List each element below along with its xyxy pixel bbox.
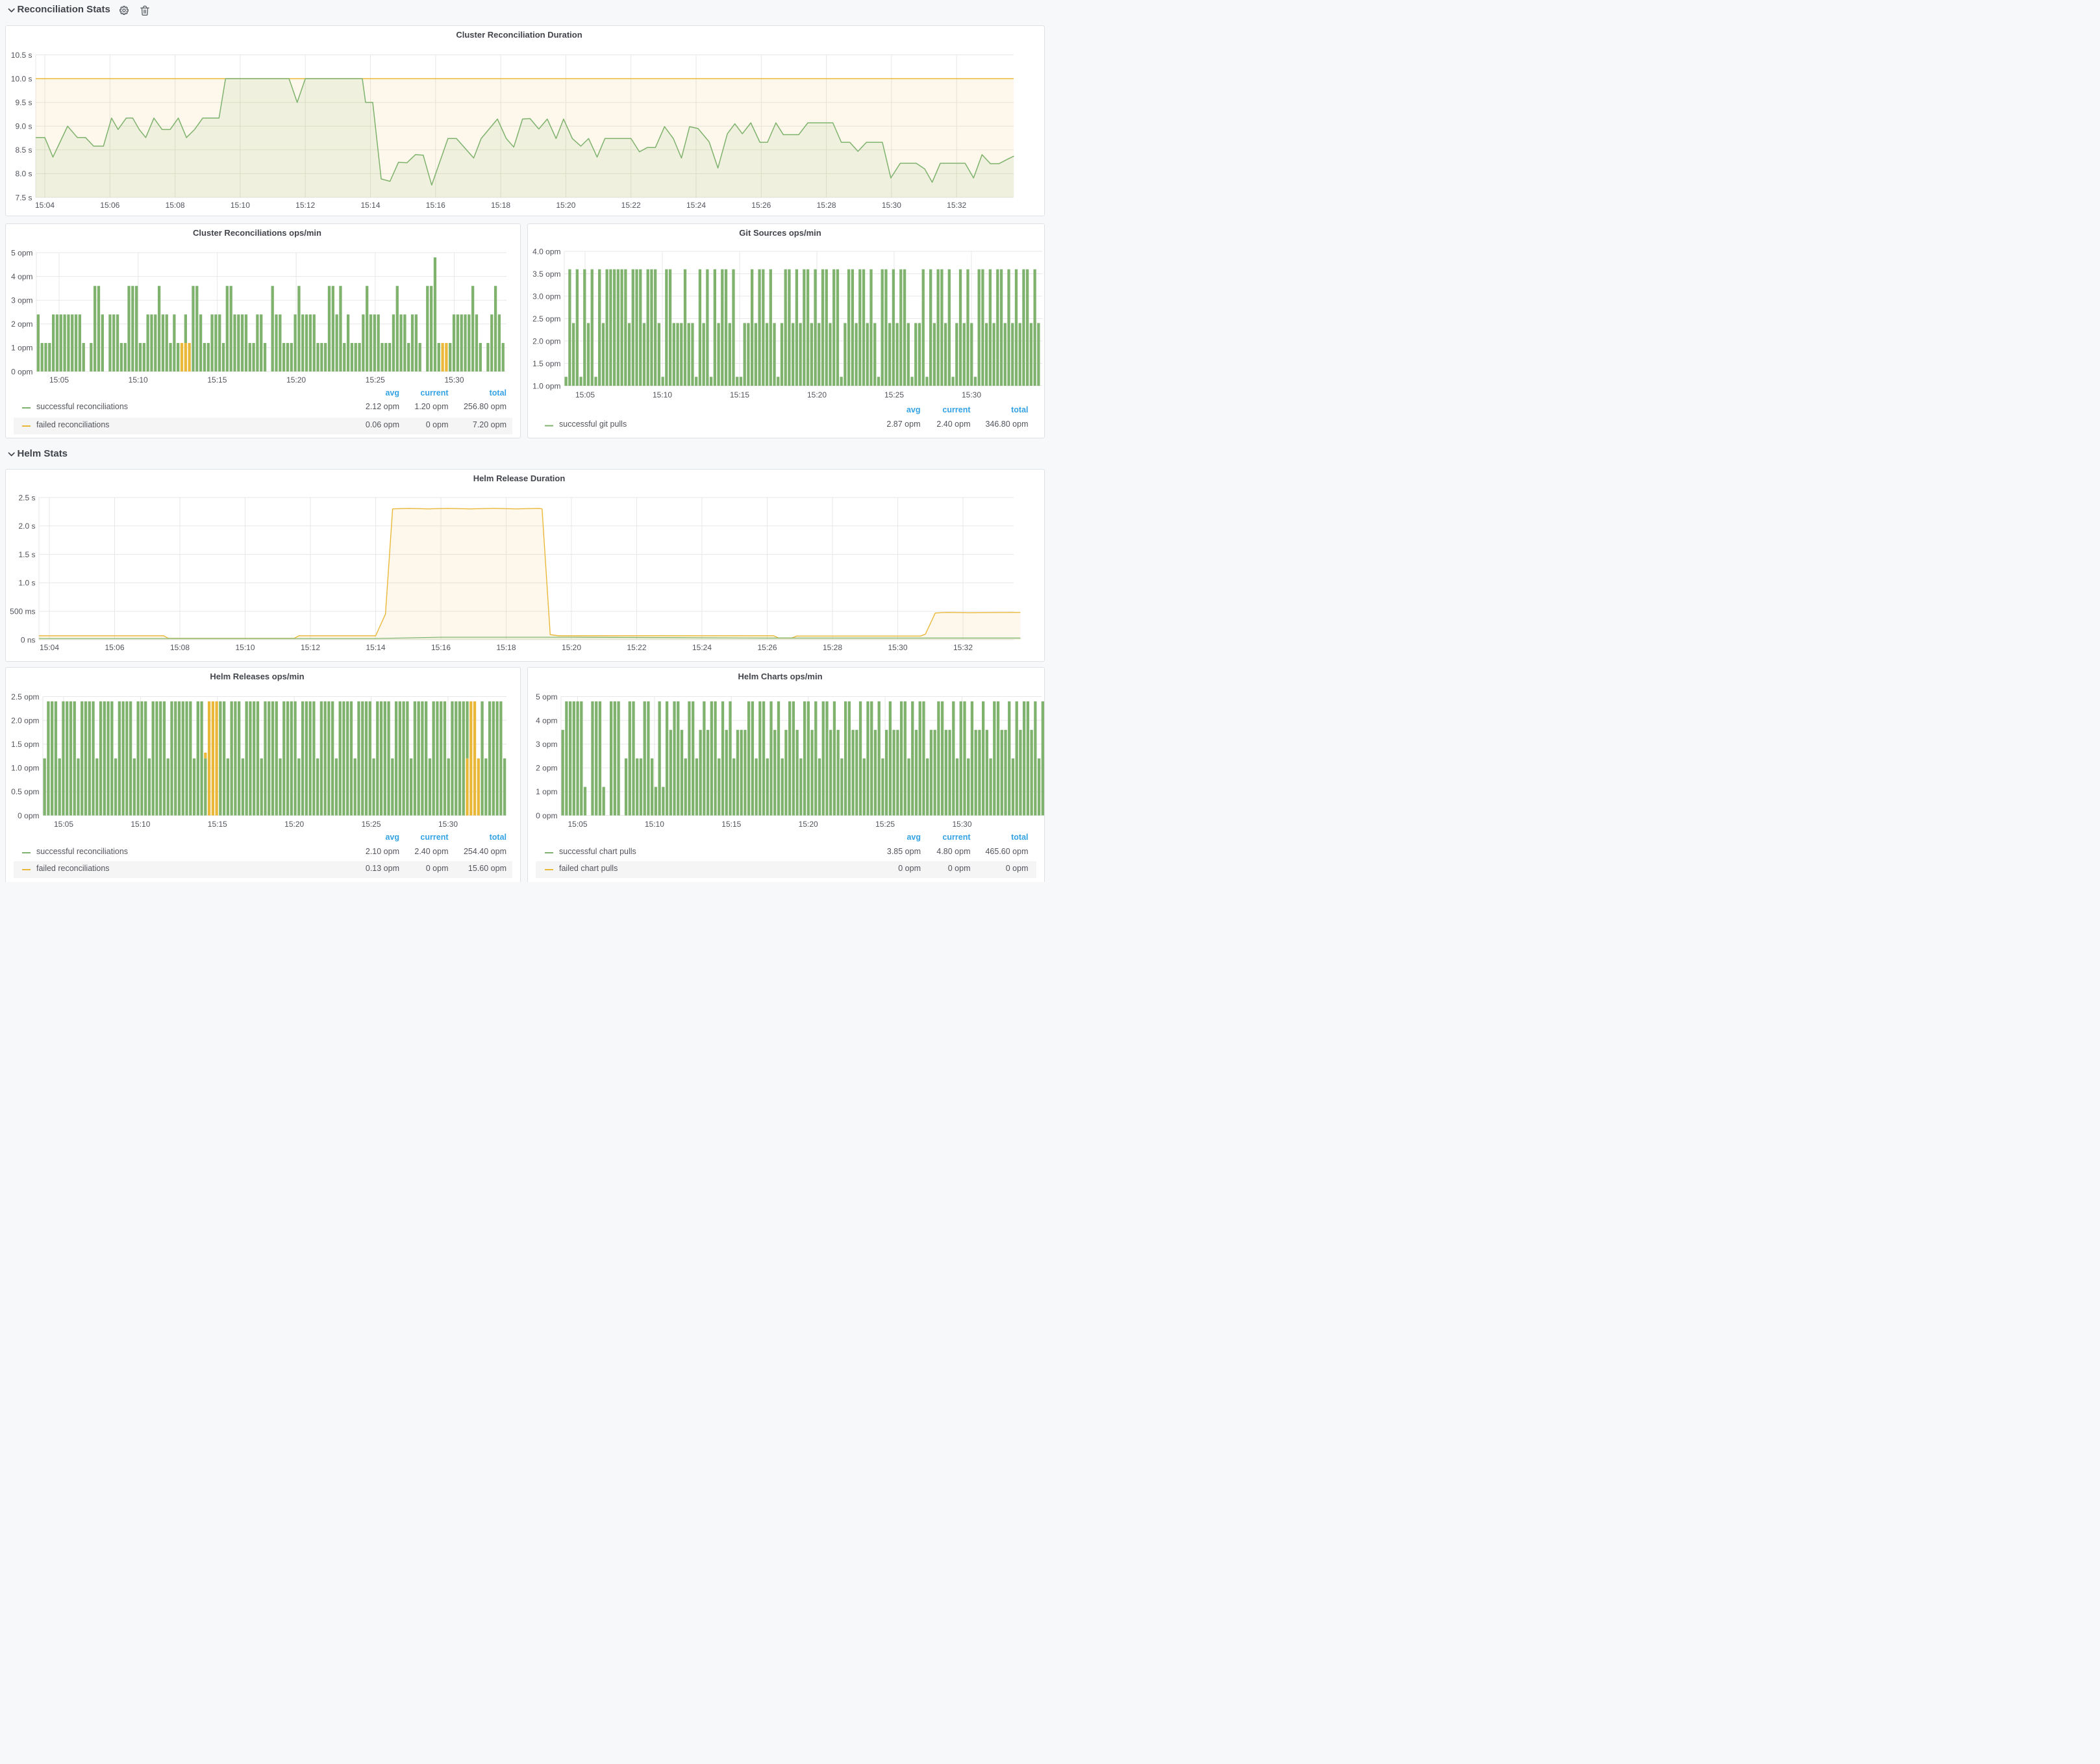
svg-text:15:12: 15:12	[295, 201, 315, 210]
svg-text:15:20: 15:20	[807, 390, 827, 399]
svg-text:0.5 opm: 0.5 opm	[11, 787, 39, 796]
svg-text:15:25: 15:25	[362, 820, 381, 829]
svg-text:15:30: 15:30	[952, 820, 971, 829]
svg-text:15:14: 15:14	[360, 201, 380, 210]
svg-text:4 opm: 4 opm	[536, 716, 557, 725]
svg-text:15:26: 15:26	[751, 201, 771, 210]
svg-text:10.5 s: 10.5 s	[11, 51, 32, 60]
svg-text:1.0 opm: 1.0 opm	[11, 764, 39, 773]
svg-text:1.5 s: 1.5 s	[18, 550, 35, 559]
svg-text:1.5 opm: 1.5 opm	[11, 740, 39, 749]
svg-text:10.0 s: 10.0 s	[11, 74, 32, 83]
svg-text:15:15: 15:15	[721, 820, 741, 829]
svg-text:2 opm: 2 opm	[11, 320, 32, 329]
svg-text:2.5 s: 2.5 s	[18, 493, 35, 502]
svg-text:15:06: 15:06	[105, 643, 124, 652]
svg-text:15:18: 15:18	[491, 201, 510, 210]
svg-text:15:30: 15:30	[888, 643, 907, 652]
svg-text:7.5 s: 7.5 s	[15, 193, 32, 202]
svg-text:2 opm: 2 opm	[536, 764, 557, 773]
svg-text:15:10: 15:10	[645, 820, 664, 829]
svg-text:15:20: 15:20	[562, 643, 581, 652]
svg-text:2.5 opm: 2.5 opm	[532, 314, 560, 323]
svg-text:15:05: 15:05	[575, 390, 595, 399]
svg-text:2.5 opm: 2.5 opm	[11, 692, 39, 701]
svg-text:15:15: 15:15	[207, 375, 227, 384]
svg-text:15:26: 15:26	[757, 643, 777, 652]
svg-text:15:10: 15:10	[231, 201, 250, 210]
svg-text:4.0 opm: 4.0 opm	[532, 247, 560, 256]
svg-text:15:32: 15:32	[947, 201, 966, 210]
svg-text:15:15: 15:15	[730, 390, 749, 399]
svg-text:15:15: 15:15	[208, 820, 227, 829]
svg-text:2.0 opm: 2.0 opm	[11, 716, 39, 725]
svg-text:15:22: 15:22	[627, 643, 646, 652]
svg-text:0 opm: 0 opm	[18, 811, 39, 820]
svg-text:15:10: 15:10	[129, 375, 148, 384]
svg-text:15:25: 15:25	[875, 820, 895, 829]
svg-text:15:16: 15:16	[431, 643, 451, 652]
svg-text:15:30: 15:30	[444, 375, 464, 384]
svg-text:15:24: 15:24	[686, 201, 706, 210]
svg-text:15:06: 15:06	[100, 201, 119, 210]
svg-text:15:32: 15:32	[953, 643, 973, 652]
svg-text:9.0 s: 9.0 s	[15, 122, 32, 131]
svg-text:15:05: 15:05	[49, 375, 69, 384]
svg-text:15:08: 15:08	[170, 643, 190, 652]
svg-text:5 opm: 5 opm	[11, 248, 32, 257]
svg-text:0 opm: 0 opm	[11, 367, 32, 376]
svg-text:15:10: 15:10	[653, 390, 672, 399]
svg-text:1 opm: 1 opm	[11, 344, 32, 353]
svg-text:0 opm: 0 opm	[536, 811, 557, 820]
svg-text:1.0 s: 1.0 s	[18, 579, 35, 588]
svg-text:15:28: 15:28	[823, 643, 842, 652]
svg-text:15:10: 15:10	[235, 643, 255, 652]
svg-text:8.0 s: 8.0 s	[15, 170, 32, 179]
svg-text:15:10: 15:10	[131, 820, 150, 829]
svg-text:8.5 s: 8.5 s	[15, 145, 32, 155]
svg-text:15:18: 15:18	[496, 643, 516, 652]
svg-text:15:30: 15:30	[962, 390, 981, 399]
svg-text:15:25: 15:25	[366, 375, 385, 384]
svg-text:15:20: 15:20	[556, 201, 575, 210]
svg-text:15:30: 15:30	[882, 201, 901, 210]
svg-text:15:16: 15:16	[426, 201, 445, 210]
svg-text:15:28: 15:28	[817, 201, 836, 210]
svg-text:3 opm: 3 opm	[536, 740, 557, 749]
svg-text:15:22: 15:22	[621, 201, 641, 210]
svg-text:1.0 opm: 1.0 opm	[532, 381, 560, 390]
svg-text:1 opm: 1 opm	[536, 787, 557, 796]
svg-text:15:14: 15:14	[366, 643, 385, 652]
svg-text:3.0 opm: 3.0 opm	[532, 292, 560, 301]
svg-text:500 ms: 500 ms	[10, 607, 35, 616]
svg-text:9.5 s: 9.5 s	[15, 98, 32, 107]
svg-text:15:20: 15:20	[284, 820, 304, 829]
svg-text:3.5 opm: 3.5 opm	[532, 270, 560, 279]
svg-text:2.0 opm: 2.0 opm	[532, 336, 560, 346]
svg-text:15:08: 15:08	[166, 201, 185, 210]
svg-text:15:12: 15:12	[301, 643, 320, 652]
svg-text:0 ns: 0 ns	[21, 635, 36, 644]
svg-text:5 opm: 5 opm	[536, 692, 557, 701]
svg-text:1.5 opm: 1.5 opm	[532, 359, 560, 368]
svg-text:15:05: 15:05	[54, 820, 73, 829]
svg-text:3 opm: 3 opm	[11, 296, 32, 305]
svg-text:15:04: 15:04	[35, 201, 55, 210]
svg-text:4 opm: 4 opm	[11, 272, 32, 281]
svg-text:2.0 s: 2.0 s	[18, 522, 35, 531]
svg-text:15:30: 15:30	[438, 820, 458, 829]
svg-text:15:24: 15:24	[692, 643, 712, 652]
svg-text:15:25: 15:25	[884, 390, 904, 399]
svg-text:15:20: 15:20	[799, 820, 818, 829]
svg-text:15:05: 15:05	[568, 820, 587, 829]
svg-text:15:20: 15:20	[286, 375, 306, 384]
svg-text:15:04: 15:04	[40, 643, 59, 652]
